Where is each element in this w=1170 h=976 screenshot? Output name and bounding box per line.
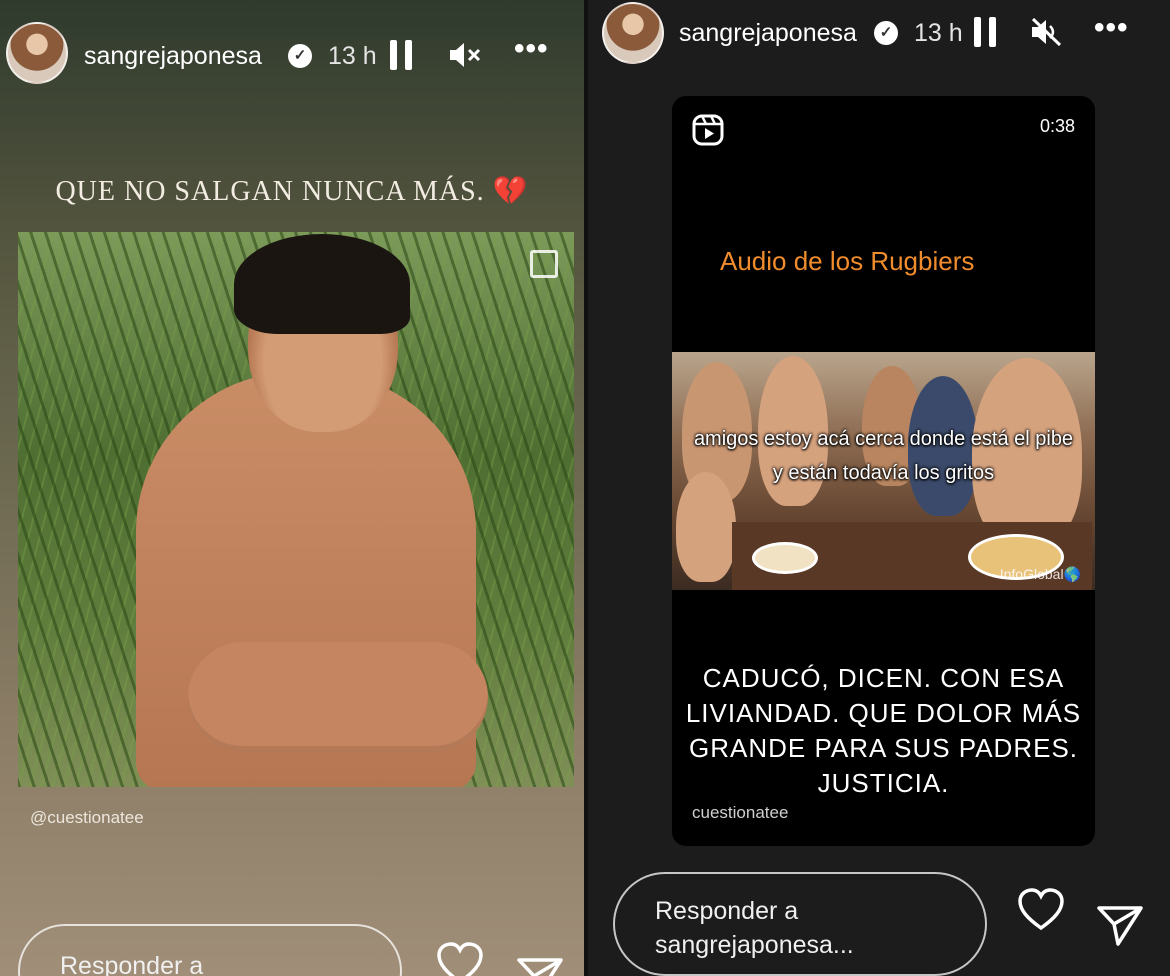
post-time: 13 h [914,19,963,47]
pause-icon[interactable] [390,40,412,70]
caption-text: QUE NO SALGAN NUNCA MÁS. [55,176,485,207]
video-plate [752,542,818,574]
heart-icon[interactable] [1017,888,1065,932]
reel-title: Audio de los Rugbiers [720,246,975,276]
reply-placeholder: Responder a [60,952,204,976]
username[interactable]: sangrejaponesa [679,19,857,48]
username[interactable]: sangrejaponesa [84,42,262,71]
heart-icon[interactable] [436,942,484,976]
reply-input[interactable]: Responder a [18,924,402,976]
reel-watermark: InfoGlobal🌎 [999,566,1081,582]
muted-speaker-icon[interactable] [448,40,482,70]
story-header: sangrejaponesa ✓ 13 h ••• [0,0,584,90]
reel-duration: 0:38 [1039,116,1075,136]
mention-link[interactable]: @cuestionatee [30,808,144,828]
more-options-icon[interactable]: ••• [1094,13,1129,43]
photo-person-arms [188,642,488,752]
avatar[interactable] [6,22,68,84]
avatar[interactable] [602,2,664,64]
reel-overlay-text: amigos estoy acá cerca donde está el pib… [693,428,1074,484]
verified-badge-icon: ✓ [874,21,898,45]
send-icon[interactable] [516,954,564,976]
post-time: 13 h [328,42,377,70]
reel-source-account[interactable]: cuestionatee [692,803,788,823]
verified-badge-icon: ✓ [288,44,312,68]
reply-input[interactable]: Responder a sangrejaponesa... [613,872,987,976]
reels-icon [692,114,724,146]
shared-reel-card[interactable]: 0:38 Audio de los Rugbiers amigos estoy … [672,96,1095,846]
muted-speaker-icon[interactable] [1030,17,1064,47]
multi-post-icon [530,250,558,278]
story-header: sangrejaponesa ✓ 13 h ••• [588,0,1170,90]
story-panel-right[interactable]: sangrejaponesa ✓ 13 h ••• 0:38 Audio de … [588,0,1170,976]
photo-person-hair [234,234,410,334]
story-caption: QUE NO SALGAN NUNCA MÁS. 💔 [0,174,584,208]
reply-placeholder: Responder a sangrejaponesa... [655,897,854,959]
shared-post-photo[interactable] [18,232,574,787]
reel-caption: CADUCÓ, DICEN. CON ESA LIVIANDAD. QUE DO… [685,663,1082,798]
more-options-icon[interactable]: ••• [514,34,549,64]
pause-icon[interactable] [974,17,996,47]
send-icon[interactable] [1096,902,1144,946]
story-panel-left[interactable]: sangrejaponesa ✓ 13 h ••• QUE NO SALGAN … [0,0,584,976]
broken-heart-emoji: 💔 [492,176,529,207]
